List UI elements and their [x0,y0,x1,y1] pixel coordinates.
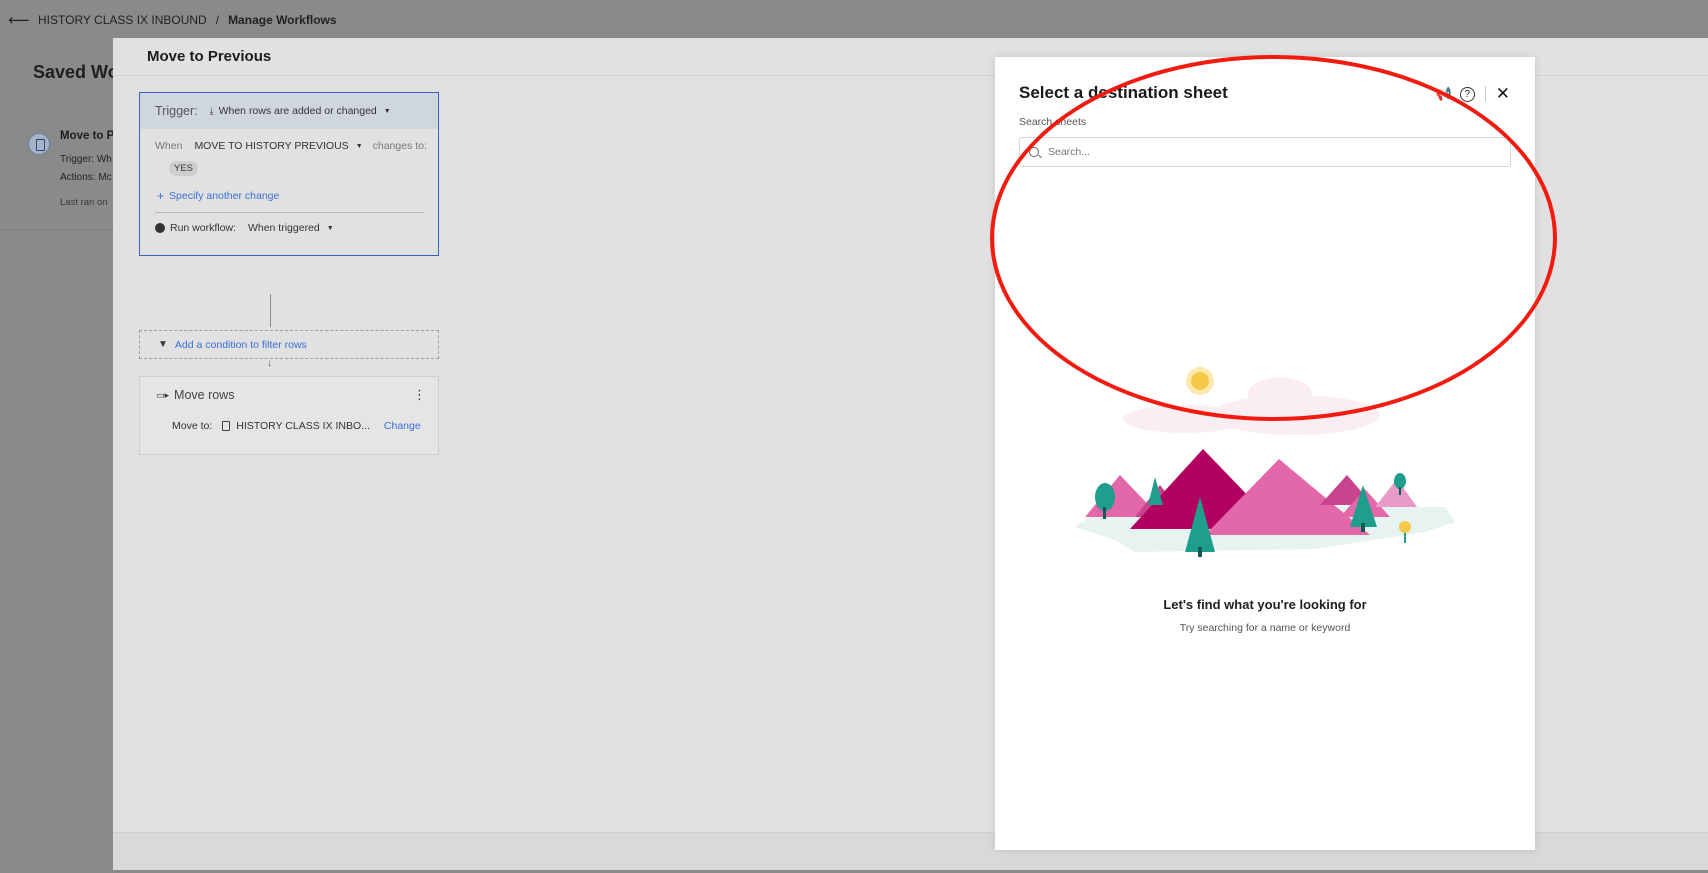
back-arrow-icon[interactable]: ⟵ [8,11,30,29]
search-field[interactable] [1019,137,1511,167]
chevron-down-icon: ▼ [326,224,334,232]
arrow-down-icon: ↓ [267,358,272,369]
search-input[interactable] [1048,146,1488,158]
change-destination-link[interactable]: Change [384,420,421,432]
specify-another-label: Specify another change [169,190,280,202]
trigger-label: Trigger: [155,104,198,118]
workflow-name: Move to P [60,130,115,142]
close-icon[interactable]: ✕ [1496,84,1510,104]
run-workflow-row: Run workflow: When triggered ▼ [140,213,438,234]
workflow-title[interactable]: Move to Previous [147,48,271,65]
empty-state-title: Let's find what you're looking for [1163,597,1367,612]
sheet-icon [222,421,231,431]
add-condition-button[interactable]: ▼ Add a condition to filter rows [139,330,439,359]
panel-icons: 📢 ? ✕ [1436,84,1510,104]
search-icon [1029,147,1039,157]
value-chip[interactable]: YES [169,161,199,176]
action-block-move-rows[interactable]: ▭▸ Move rows ⋮ Move to: HISTORY CLASS IX… [139,376,439,455]
help-icon[interactable]: ? [1459,86,1475,102]
move-to-row: Move to: HISTORY CLASS IX INBO... Change [140,402,438,432]
icon-divider [1484,86,1486,102]
column-value: MOVE TO HISTORY PREVIOUS [194,140,349,152]
trigger-type-dropdown[interactable]: ⤓ When rows are added or changed ▼ [210,105,391,117]
connector-line [270,294,271,327]
action-header: ▭▸ Move rows [140,377,438,402]
breadcrumb-sheet[interactable]: HISTORY CLASS IX INBOUND [38,13,207,27]
chevron-down-icon: ▼ [355,142,363,150]
workflow-actions-summary: Actions: Mc [60,172,112,183]
add-condition-label: Add a condition to filter rows [174,338,307,351]
filter-icon: ▼ [158,339,168,350]
run-workflow-label: Run workflow: [170,222,236,234]
more-options-icon[interactable]: ⋮ [413,388,426,401]
workflow-last-ran: Last ran on [60,197,108,208]
move-rows-icon: ▭▸ [156,389,170,400]
chevron-down-icon: ▼ [383,107,391,115]
mountains-illustration [1075,367,1455,557]
workflow-trigger-summary: Trigger: Wh [60,154,112,165]
destination-sheet-panel: Select a destination sheet 📢 ? ✕ Search … [995,57,1535,850]
when-label: When [155,140,183,152]
breadcrumb-current: Manage Workflows [228,13,337,27]
run-frequency-value: When triggered [247,222,320,234]
trigger-header: Trigger: ⤓ When rows are added or change… [140,93,438,129]
specify-another-change-link[interactable]: + Specify another change [140,176,438,203]
clock-icon [155,223,165,233]
plus-icon: + [157,189,165,203]
workflow-card[interactable]: Move to P Trigger: Wh Actions: Mc Last r… [0,120,115,230]
panel-title: Select a destination sheet [1019,83,1228,102]
column-dropdown[interactable]: MOVE TO HISTORY PREVIOUS ▼ [194,140,362,152]
changes-to-label: changes to: [372,140,427,152]
trigger-type-value: When rows are added or changed [218,105,377,117]
trigger-block[interactable]: Trigger: ⤓ When rows are added or change… [139,92,439,256]
run-frequency-dropdown[interactable]: When triggered ▼ [248,222,334,234]
empty-state-subtitle: Try searching for a name or keyword [1179,622,1351,634]
breadcrumb-separator: / [215,13,220,27]
sheet-icon [28,133,50,155]
rows-changed-icon: ⤓ [209,105,214,116]
when-row: When MOVE TO HISTORY PREVIOUS ▼ changes … [140,129,438,152]
search-label: Search sheets [1019,116,1087,128]
destination-sheet: HISTORY CLASS IX INBO... [222,420,370,432]
action-title: Move rows [174,388,235,402]
top-bar: ⟵ HISTORY CLASS IX INBOUND / Manage Work… [0,0,1708,40]
megaphone-icon[interactable]: 📢 [1436,86,1452,102]
destination-sheet-name: HISTORY CLASS IX INBO... [236,420,370,432]
page-title: Saved Wo [33,62,119,82]
move-to-label: Move to: [172,420,213,432]
